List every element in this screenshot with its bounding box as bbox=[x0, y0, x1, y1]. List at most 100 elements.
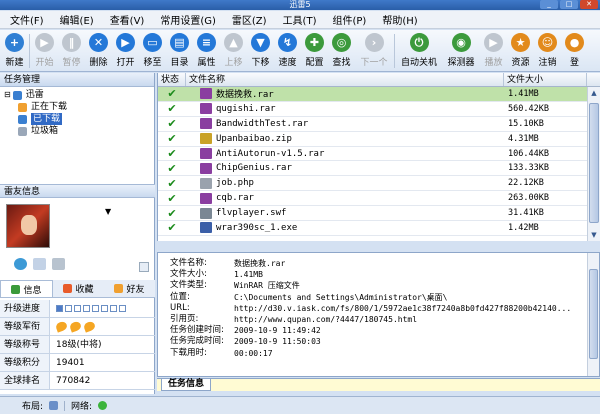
table-row[interactable]: ✔ cqb.rar 263.00KB bbox=[158, 191, 600, 207]
menu-item-0[interactable]: 文件(F) bbox=[2, 12, 52, 27]
task-info-scroll-thumb[interactable] bbox=[589, 269, 598, 359]
maximize-button[interactable]: □ bbox=[560, 0, 578, 9]
friend-info-row: 升级进度 bbox=[0, 300, 155, 318]
file-name: qugishi.rar bbox=[216, 103, 276, 114]
screen-icon[interactable] bbox=[52, 258, 65, 270]
friend-tab-label: 信息 bbox=[23, 285, 42, 296]
column-filename[interactable]: 文件名称 bbox=[186, 73, 504, 86]
scroll-up-icon[interactable]: ▲ bbox=[588, 87, 600, 99]
toolbar-button-move-down[interactable]: ▼ 下移 bbox=[247, 30, 274, 68]
toolbar-button-detector[interactable]: ◉ 探测器 bbox=[442, 30, 480, 68]
toolbar-button-pause[interactable]: ‖ 暂停 bbox=[58, 30, 85, 68]
file-type-icon bbox=[200, 148, 212, 159]
menu-item-1[interactable]: 编辑(E) bbox=[52, 12, 102, 27]
table-row[interactable]: ✔ flvplayer.swf 31.41KB bbox=[158, 206, 600, 222]
close-button[interactable]: ✕ bbox=[580, 0, 598, 9]
friend-info-value bbox=[50, 300, 126, 317]
toolbar-button-logout[interactable]: ☺ 注销 bbox=[534, 30, 561, 68]
toolbar-button-speed[interactable]: ↯ 速度 bbox=[274, 30, 301, 68]
table-row[interactable]: ✔ BandwidthTest.rar 15.10KB bbox=[158, 117, 600, 132]
toolbar-label: 属性 bbox=[197, 58, 216, 68]
card-icon[interactable] bbox=[33, 258, 46, 270]
menu-item-2[interactable]: 查看(V) bbox=[102, 12, 153, 27]
file-name-cell: AntiAutorun-v1.5.rar bbox=[186, 148, 504, 159]
moon-rank-icon bbox=[82, 320, 97, 333]
friend-info-key: 等级军衔 bbox=[0, 318, 50, 335]
task-info-row: 文件类型: WinRAR 压缩文件 bbox=[158, 280, 599, 291]
table-row[interactable]: ✔ job.php 22.12KB bbox=[158, 176, 600, 192]
folder-icon bbox=[18, 126, 27, 136]
layout-icon[interactable] bbox=[49, 401, 59, 410]
friend-tab-2[interactable]: 好友 bbox=[104, 280, 155, 297]
menu-item-3[interactable]: 常用设置(G) bbox=[152, 12, 224, 27]
column-filesize[interactable]: 文件大小 bbox=[504, 73, 587, 86]
table-row[interactable]: ✔ 数据挽救.rar 1.41MB bbox=[158, 87, 600, 102]
moon-rank-icon bbox=[54, 320, 69, 333]
scroll-thumb[interactable] bbox=[589, 103, 599, 223]
network-status-icon[interactable] bbox=[98, 401, 108, 410]
friend-toolbar bbox=[14, 258, 65, 270]
globe-icon[interactable] bbox=[14, 258, 27, 270]
file-type-icon bbox=[200, 207, 212, 219]
task-info-row: 文件大小: 1.41MB bbox=[158, 269, 599, 280]
task-info-scrollbar[interactable] bbox=[587, 253, 599, 376]
toolbar-button-delete[interactable]: ✕ 删除 bbox=[85, 30, 112, 68]
table-row[interactable]: ✔ AntiAutorun-v1.5.rar 106.44KB bbox=[158, 147, 600, 162]
toolbar-button-open[interactable]: ▶ 打开 bbox=[112, 30, 139, 68]
progress-box bbox=[119, 305, 126, 312]
toolbar-label: 暂停 bbox=[62, 58, 81, 68]
status-dropdown-icon[interactable]: ▼ bbox=[105, 207, 111, 216]
tree-root[interactable]: ⊟ 迅雷 bbox=[4, 89, 154, 101]
scroll-down-icon[interactable]: ▼ bbox=[588, 229, 600, 241]
tree-item-label: 已下载 bbox=[31, 113, 63, 125]
tree-item-1[interactable]: 已下载 bbox=[4, 113, 154, 125]
toolbar-button-folder[interactable]: ▤ 目录 bbox=[166, 30, 193, 68]
task-info-key: 引用页: bbox=[170, 313, 199, 324]
toolbar-button-play[interactable]: ▶ 开始 bbox=[31, 30, 58, 68]
moon-rank-icon bbox=[68, 320, 83, 333]
task-info-value[interactable]: http://d30.v.iask.com/fs/800/1/5972ae1c3… bbox=[234, 303, 571, 314]
task-info-value[interactable]: http://www.qupan.com/?4447/180745.html bbox=[234, 314, 417, 325]
toolbar-button-next[interactable]: › 下一个 bbox=[355, 30, 393, 68]
friend-panel-close-icon[interactable] bbox=[139, 262, 149, 272]
table-row[interactable]: ✔ qugishi.rar 560.42KB bbox=[158, 102, 600, 117]
file-list-body: ✔ 数据挽救.rar 1.41MB ✔ qugishi.rar 560.42KB ✔ Band… bbox=[158, 87, 600, 236]
toolbar-button-move-up[interactable]: ▲ 上移 bbox=[220, 30, 247, 68]
toolbar-button-search[interactable]: ◎ 查找 bbox=[328, 30, 355, 68]
toolbar-button-move[interactable]: ▭ 移至 bbox=[139, 30, 166, 68]
avatar[interactable] bbox=[6, 204, 50, 248]
move-down-icon: ▼ bbox=[251, 33, 270, 52]
tree-collapse-icon[interactable]: ⊟ bbox=[4, 89, 11, 101]
column-status[interactable]: 状态 bbox=[158, 73, 186, 86]
tree-item-2[interactable]: 垃圾箱 bbox=[4, 125, 154, 137]
menu-bar: 文件(F) 编辑(E) 查看(V) 常用设置(G) 雷区(Z) 工具(T) 组件(P) 帮助(… bbox=[0, 11, 600, 29]
toolbar-button-config[interactable]: ✚ 配置 bbox=[301, 30, 328, 68]
file-list-scrollbar[interactable]: ▲ ▼ bbox=[587, 87, 600, 241]
menu-item-7[interactable]: 帮助(H) bbox=[374, 12, 425, 27]
friend-tab-0[interactable]: 信息 bbox=[0, 280, 53, 297]
table-row[interactable]: ✔ ChipGenius.rar 133.33KB bbox=[158, 161, 600, 177]
toolbar-button-new[interactable]: + 新建 bbox=[1, 30, 28, 68]
toolbar-button-login[interactable]: ● 登 bbox=[561, 30, 588, 68]
toolbar-separator bbox=[394, 34, 395, 68]
toolbar-button-auto-shutdown[interactable]: ⏻ 自动关机 bbox=[396, 30, 442, 68]
file-name: AntiAutorun-v1.5.rar bbox=[216, 148, 325, 159]
task-info-key: 下载用时: bbox=[170, 347, 207, 358]
toolbar-button-properties[interactable]: ≡ 属性 bbox=[193, 30, 220, 68]
pause-icon: ‖ bbox=[62, 33, 81, 52]
move-icon: ▭ bbox=[143, 33, 162, 52]
minimize-button[interactable]: _ bbox=[540, 0, 558, 9]
tree-item-0[interactable]: 正在下载 bbox=[4, 101, 154, 113]
menu-item-5[interactable]: 工具(T) bbox=[275, 12, 325, 27]
tab-task-info[interactable]: 任务信息 bbox=[161, 379, 212, 391]
friend-info-value: 19401 bbox=[56, 357, 85, 368]
toolbar-button-resource[interactable]: ★ 资源 bbox=[507, 30, 534, 68]
folder-icon bbox=[18, 102, 27, 112]
menu-item-6[interactable]: 组件(P) bbox=[324, 12, 374, 27]
table-row[interactable]: ✔ wrar390sc_1.exe 1.42MB bbox=[158, 221, 600, 236]
menu-item-4[interactable]: 雷区(Z) bbox=[224, 12, 275, 27]
table-row[interactable]: ✔ Upanbaibao.zip 4.31MB bbox=[158, 132, 600, 147]
friend-tab-1[interactable]: 收藏 bbox=[53, 280, 104, 297]
task-info-value: C:\Documents and Settings\Administrator\… bbox=[234, 292, 448, 302]
toolbar-button-video-play[interactable]: ▶ 播放 bbox=[480, 30, 507, 68]
